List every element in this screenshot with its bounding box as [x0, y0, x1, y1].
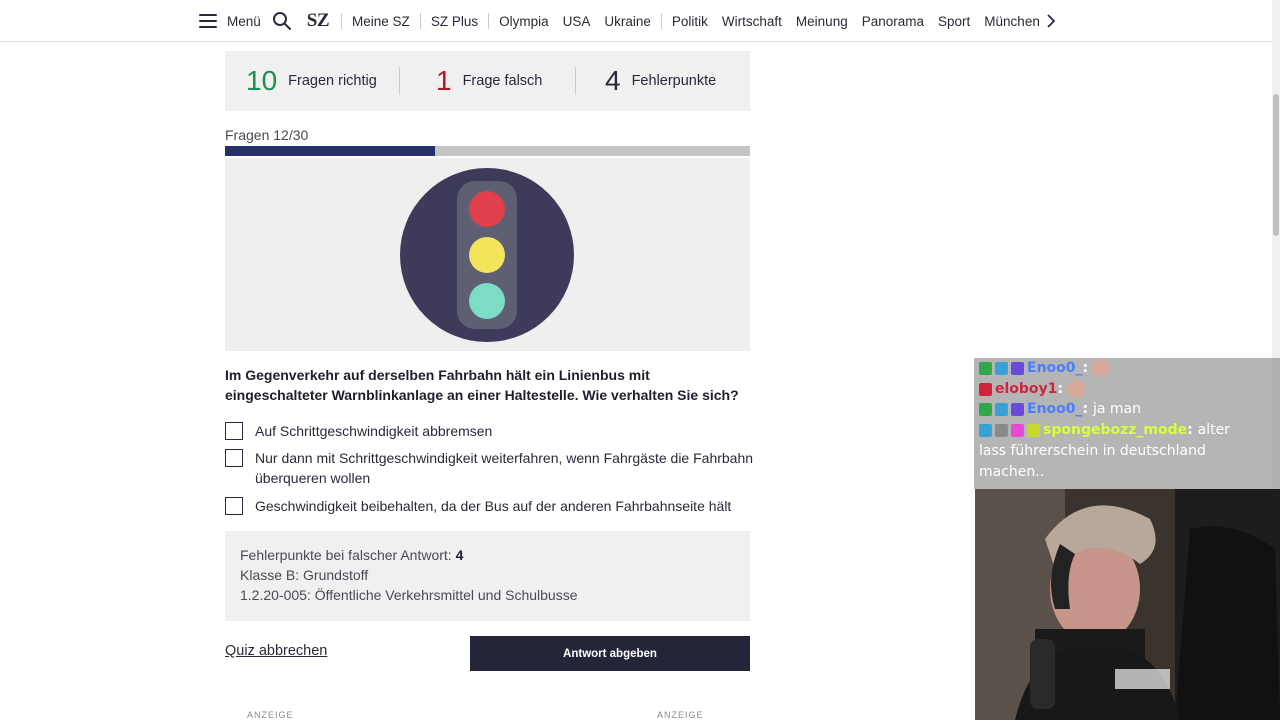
crown-badge-icon [995, 402, 1008, 416]
quiz-score-panel: 10 Fragen richtig 1 Frage falsch 4 Fehle… [225, 51, 750, 111]
wrong-count: 1 [436, 65, 452, 96]
question-progress-bar [225, 146, 750, 156]
error-points-value: 4 [455, 547, 464, 563]
sub-badge-icon [1011, 402, 1024, 416]
points-label: Fehlerpunkte [631, 73, 717, 89]
chat-message: eloboy1: [979, 380, 1086, 398]
submit-answer-button[interactable]: Antwort abgeben [470, 636, 750, 671]
chat-username: Enoo0_ [1027, 360, 1083, 376]
question-illustration [225, 158, 750, 351]
answer-label[interactable]: Geschwindigkeit beibehalten, da der Bus … [255, 496, 755, 516]
chat-message: Enoo0_: ja man [979, 401, 1141, 417]
chat-message: Enoo0_: [979, 359, 1111, 377]
question-progress-label: Fragen 12/30 [225, 127, 309, 143]
error-points-label: Fehlerpunkte bei falscher Antwort: [240, 547, 456, 563]
question-text: Im Gegenverkehr auf derselben Fahrbahn h… [225, 367, 739, 403]
correct-label: Fragen richtig [288, 73, 377, 89]
ad-label: ANZEIGE [247, 710, 294, 720]
answer-checkbox[interactable] [225, 422, 243, 440]
ad-label: ANZEIGE [657, 710, 704, 720]
crown-badge-icon [995, 361, 1008, 375]
badge-icon [979, 361, 992, 375]
hamburger-menu-icon[interactable] [199, 14, 217, 28]
chevron-right-icon[interactable] [1046, 14, 1056, 28]
chat-username: eloboy1 [995, 381, 1058, 397]
sz-logo[interactable]: SZ [307, 10, 330, 32]
stream-chat-overlay: Enoo0_: eloboy1: Enoo0_: ja man spongebo… [974, 358, 1280, 489]
nav-link-panorama[interactable]: Panorama [862, 14, 924, 29]
answer-label[interactable]: Nur dann mit Schrittgeschwindigkeit weit… [255, 448, 755, 488]
badge-icon [995, 423, 1008, 437]
answer-option-2[interactable]: Nur dann mit Schrittgeschwindigkeit weit… [225, 448, 755, 488]
nav-divider [660, 13, 662, 29]
nav-link-wirtschaft[interactable]: Wirtschaft [722, 14, 782, 29]
chat-message: spongebozz_mode: alter [979, 422, 1230, 438]
chat-text: ja man [1093, 401, 1142, 417]
nav-divider [419, 13, 421, 29]
score-wrong: 1 Frage falsch [400, 51, 575, 111]
nav-link-sz-plus[interactable]: SZ Plus [431, 14, 478, 29]
nav-link-olympia[interactable]: Olympia [499, 14, 549, 29]
sub-badge-icon [1011, 361, 1024, 375]
emote-icon [1092, 359, 1111, 377]
search-icon[interactable] [272, 11, 292, 31]
wrong-label: Frage falsch [462, 73, 543, 89]
scrollbar-thumb[interactable] [1273, 94, 1279, 236]
nav-link-usa[interactable]: USA [563, 14, 591, 29]
sub-badge-icon [1027, 423, 1040, 437]
score-points: 4 Fehlerpunkte [576, 51, 716, 111]
correct-count: 10 [246, 65, 278, 96]
error-points-line: Fehlerpunkte bei falscher Antwort: 4 [240, 545, 735, 565]
webcam-image [975, 489, 1280, 720]
chat-text: alter [1197, 422, 1230, 438]
emote-icon [1067, 380, 1086, 398]
question-info-box: Fehlerpunkte bei falscher Antwort: 4 Kla… [225, 531, 750, 621]
nav-link-sport[interactable]: Sport [938, 14, 970, 29]
answer-label[interactable]: Auf Schrittgeschwindigkeit abbremsen [255, 421, 755, 441]
nav-link-politik[interactable]: Politik [672, 14, 708, 29]
chat-username: spongebozz_mode [1043, 422, 1188, 438]
answer-option-1[interactable]: Auf Schrittgeschwindigkeit abbremsen [225, 421, 755, 441]
chat-text-continuation: lass führerschein in deutschland [979, 443, 1206, 459]
points-count: 4 [605, 65, 621, 96]
chat-text-continuation: machen.. [979, 464, 1045, 480]
nav-link-muenchen[interactable]: München [984, 14, 1040, 29]
nav-link-meinung[interactable]: Meinung [796, 14, 848, 29]
answer-checkbox[interactable] [225, 449, 243, 467]
top-navigation: Menü SZ Meine SZ SZ Plus Olympia USA Ukr… [0, 0, 1272, 42]
nav-divider [341, 13, 343, 29]
crown-badge-icon [979, 423, 992, 437]
answer-option-3[interactable]: Geschwindigkeit beibehalten, da der Bus … [225, 496, 755, 516]
abort-quiz-link[interactable]: Quiz abbrechen [225, 643, 327, 659]
menu-button[interactable]: Menü [227, 14, 261, 29]
badge-icon [979, 402, 992, 416]
traffic-light-icon [400, 168, 574, 342]
nav-link-meine-sz[interactable]: Meine SZ [352, 14, 410, 29]
license-class-line: Klasse B: Grundstoff [240, 567, 369, 583]
chat-username: Enoo0_ [1027, 401, 1083, 417]
progress-bar-fill [225, 146, 435, 156]
answer-checkbox[interactable] [225, 497, 243, 515]
nav-divider [488, 13, 490, 29]
nav-link-ukraine[interactable]: Ukraine [604, 14, 651, 29]
topic-line: 1.2.20-005: Öffentliche Verkehrsmittel u… [240, 587, 578, 603]
sub-badge-icon [979, 382, 992, 396]
score-correct: 10 Fragen richtig [225, 51, 399, 111]
streamer-webcam [975, 489, 1280, 720]
heart-badge-icon [1011, 423, 1024, 437]
